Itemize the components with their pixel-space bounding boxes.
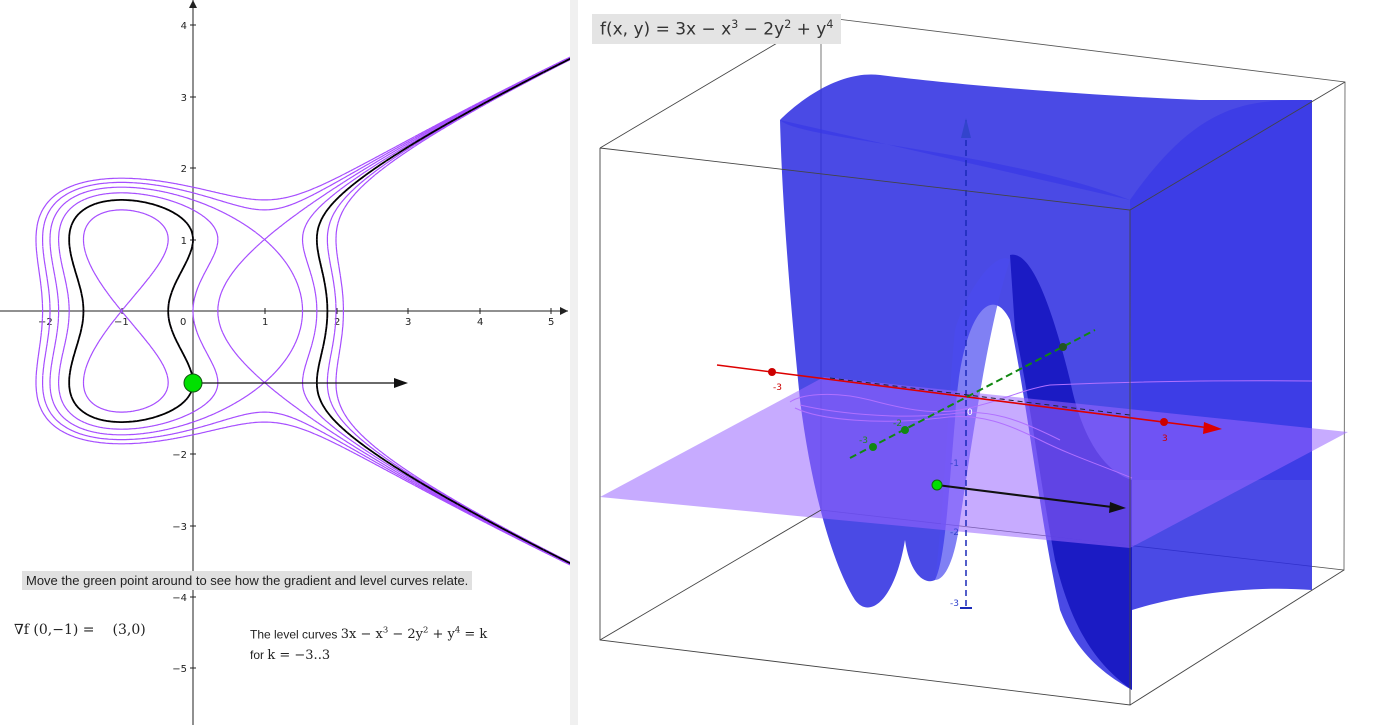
hint-text: Move the green point around to see how t…	[22, 571, 473, 590]
level-caption-line2: for k = −3..3	[250, 645, 487, 666]
green-point[interactable]	[183, 373, 203, 393]
gradient-readout: ∇f (0,−1) = (3,0)	[14, 622, 146, 638]
level-curves-caption: The level curves 3x − x3 − 2y2 + y4 = k …	[250, 620, 487, 666]
gradient-label: ∇f (0,−1) =	[14, 622, 95, 638]
z-axis-label: -1	[950, 459, 959, 469]
level-range: k = −3..3	[267, 648, 331, 664]
level-caption-line1: The level curves 3x − x3 − 2y2 + y4 = k	[250, 620, 487, 645]
function-formula[interactable]: f(x, y) = 3x − x3 − 2y2 + y4	[592, 14, 842, 44]
y-tick-label: 1	[181, 236, 187, 247]
graphics-2d-view[interactable]: −2 −1 0 1 2 3 4 5 4 3 2 1 −2 −3 −4 −5	[0, 0, 570, 725]
x-axis-label: -3	[773, 383, 782, 393]
y-axis-arrow-icon	[189, 0, 197, 8]
x-tick-label: 5	[548, 317, 554, 328]
y-tick-label: 4	[181, 21, 187, 32]
level-caption-prefix: The level curves	[250, 627, 338, 642]
y-tick-label: 3	[181, 93, 187, 104]
origin-label: 0	[967, 408, 973, 418]
x-tick-label: −2	[38, 317, 53, 328]
level-equation: 3x − x3 − 2y2 + y4 = k	[340, 625, 488, 643]
y-axis-marker	[869, 443, 877, 451]
x-axis-arrow-icon	[560, 307, 568, 315]
y-tick-label: 2	[181, 164, 187, 175]
y-axis-marker	[901, 426, 909, 434]
x-tick-label: 3	[405, 317, 411, 328]
x-axis-marker	[768, 368, 776, 376]
y-tick-label: −3	[172, 522, 187, 533]
x-tick-label: 4	[477, 317, 483, 328]
y-axis-marker	[1059, 343, 1067, 351]
y-tick-label: −2	[172, 450, 187, 461]
y-tick-label: −4	[172, 593, 187, 604]
z-axis-label: -2	[950, 528, 959, 538]
y-tick-label: −5	[172, 664, 187, 675]
level-caption-for: for	[250, 648, 265, 663]
graphics-3d-view[interactable]: -3 3 -3 -2 0 -1 -2 -3	[578, 0, 1374, 725]
z-axis-label: -3	[950, 599, 959, 609]
green-point-3d[interactable]	[931, 479, 943, 491]
x-axis-marker	[1160, 418, 1168, 426]
x-tick-label: −1	[114, 317, 129, 328]
view-divider[interactable]	[570, 0, 578, 725]
x-tick-label: 1	[262, 317, 268, 328]
x-tick-label: 0	[180, 317, 186, 328]
gradient-arrow-icon	[394, 378, 408, 388]
y-axis-label: -3	[859, 436, 868, 446]
y-axis-label: -2	[893, 419, 902, 429]
x-axis-label: 3	[1162, 434, 1168, 444]
gradient-value: (3,0)	[112, 622, 146, 638]
